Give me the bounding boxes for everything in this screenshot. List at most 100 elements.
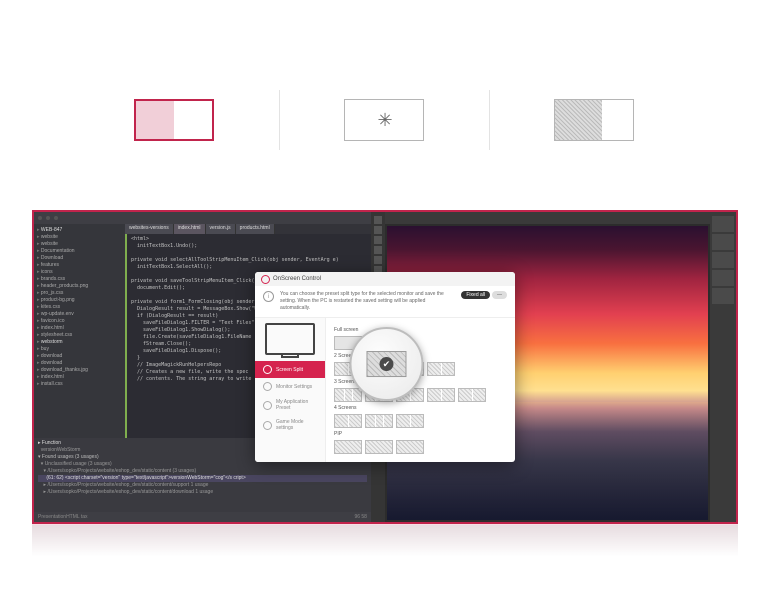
ide-titlebar [34, 212, 371, 224]
tree-item[interactable]: download_thanks.jpg [37, 367, 122, 374]
section-label: 4 Screens [334, 405, 507, 411]
sidebar-item-label: Monitor Settings [276, 384, 312, 390]
fixed-all-toggle[interactable]: Fixed all — [461, 291, 507, 299]
tree-item[interactable]: wp-update.env [37, 311, 122, 318]
check-icon: ✔ [379, 357, 393, 371]
layout-2d[interactable] [427, 362, 455, 376]
project-tree[interactable]: WEB-847 website website Documentation Do… [34, 224, 125, 438]
footer-item[interactable]: versionWebStorm [41, 447, 81, 453]
tree-item[interactable]: website [37, 241, 122, 248]
tree-item[interactable]: favicon.ico [37, 318, 122, 325]
tree-item[interactable]: Documentation [37, 248, 122, 255]
screen-split-icon [263, 365, 272, 374]
tab-placeholder[interactable] [489, 99, 699, 141]
sidebar-item-screen-split[interactable]: Screen Split [255, 361, 325, 378]
tree-item[interactable]: download [37, 360, 122, 367]
tree-item[interactable]: pro_js.css [37, 290, 122, 297]
layout-3a[interactable] [334, 388, 362, 402]
sidebar-item-label: Screen Split [276, 367, 303, 373]
sidebar-item-label: Game Mode settings [276, 419, 317, 431]
game-icon [263, 421, 272, 430]
status-right: 96 58 [354, 514, 367, 520]
footer-section: Function [42, 440, 61, 446]
tree-item[interactable]: Download [37, 255, 122, 262]
sidebar-item-app-preset[interactable]: My Application Preset [255, 395, 325, 415]
tree-item[interactable]: header_products.png [37, 283, 122, 290]
gear-icon [263, 382, 272, 391]
editor-topbar [385, 212, 710, 224]
footer-item[interactable]: (61: 62) <script charset="version" type=… [46, 475, 245, 481]
monitor-icon [265, 323, 315, 355]
tree-item[interactable]: index.html [37, 325, 122, 332]
layout-4a[interactable] [334, 414, 362, 428]
tab-split[interactable] [69, 99, 279, 141]
tool-icon[interactable] [374, 236, 382, 244]
info-text: You can choose the preset split type for… [280, 291, 455, 312]
editor-tab[interactable]: index.html [174, 224, 206, 234]
layout-3e[interactable] [458, 388, 486, 402]
footer-item[interactable]: /Users/sopko/Projects/website/eshop_dev/… [47, 482, 208, 488]
split-layouts-panel: Full screen 2 Screens 3 Screens [326, 318, 515, 462]
layout-4b[interactable] [365, 414, 393, 428]
tree-root[interactable]: WEB-847 [37, 227, 122, 234]
section-label: PIP [334, 431, 507, 437]
panel[interactable] [712, 216, 734, 232]
editor-tabs: websites-versions index.html version.js … [125, 224, 371, 234]
layout-3d[interactable] [427, 388, 455, 402]
tree-item[interactable]: stylesheet.css [37, 332, 122, 339]
found-usages-label: Found usages (3 usages) [42, 454, 99, 460]
magnifier-lens: ✔ [349, 327, 423, 401]
tab-loading[interactable]: ✳︎ [279, 99, 489, 141]
footer-item[interactable]: Unclassified usage (3 usages) [45, 461, 112, 467]
dialog-title: OnScreen Control [273, 276, 321, 282]
footer-item[interactable]: /Users/sopko/Projects/website/eshop_dev/… [47, 489, 213, 495]
dialog-sidebar: Screen Split Monitor Settings My Applica… [255, 318, 326, 462]
panel[interactable] [712, 252, 734, 268]
tool-icon[interactable] [374, 246, 382, 254]
selected-layout-thumb[interactable]: ✔ [366, 351, 406, 377]
editor-tab[interactable]: version.js [206, 224, 236, 234]
panel[interactable] [712, 270, 734, 286]
tool-icon[interactable] [374, 256, 382, 264]
app-stage: WEB-847 website website Documentation Do… [32, 210, 738, 524]
sidebar-item-monitor-settings[interactable]: Monitor Settings [255, 378, 325, 395]
editor-tab[interactable]: products.html [236, 224, 275, 234]
status-left: PresentationHTML tax [38, 514, 88, 520]
info-icon: i [263, 291, 274, 302]
tree-item[interactable]: download [37, 353, 122, 360]
tree-item[interactable]: webstorm [37, 339, 122, 346]
tree-item[interactable]: product-bg.png [37, 297, 122, 304]
tree-item[interactable]: index.html [37, 374, 122, 381]
section-label: Full screen [334, 327, 507, 333]
panel[interactable] [712, 234, 734, 250]
editor-tab[interactable]: websites-versions [125, 224, 174, 234]
layout-4c[interactable] [396, 414, 424, 428]
sidebar-item-game-mode[interactable]: Game Mode settings [255, 415, 325, 435]
preset-icon [263, 401, 272, 410]
panels-dock[interactable] [710, 212, 736, 522]
tree-item[interactable]: features [37, 262, 122, 269]
tree-item[interactable]: kites.css [37, 304, 122, 311]
tree-item[interactable]: buy [37, 346, 122, 353]
spinner-icon: ✳︎ [344, 99, 424, 141]
tool-icon[interactable] [374, 226, 382, 234]
tree-item[interactable]: install.css [37, 381, 122, 388]
dialog-titlebar[interactable]: OnScreen Control [255, 272, 515, 286]
tree-item[interactable]: icons [37, 269, 122, 276]
split-icon [134, 99, 214, 141]
tree-item[interactable]: brands.css [37, 276, 122, 283]
toggle-on[interactable]: Fixed all [461, 291, 490, 299]
layout-pip-a[interactable] [334, 440, 362, 454]
panel[interactable] [712, 288, 734, 304]
layout-pip-c[interactable] [396, 440, 424, 454]
placeholder-icon [554, 99, 634, 141]
tree-item[interactable]: website [37, 234, 122, 241]
layout-pip-b[interactable] [365, 440, 393, 454]
reflection [32, 524, 738, 560]
toggle-off[interactable]: — [492, 291, 507, 299]
tool-icon[interactable] [374, 216, 382, 224]
footer-item[interactable]: /Users/sopko/Projects/website/eshop_dev/… [47, 468, 196, 474]
mode-tabs: ✳︎ [0, 0, 768, 165]
sidebar-item-label: My Application Preset [276, 399, 317, 411]
lg-logo-icon [261, 275, 270, 284]
